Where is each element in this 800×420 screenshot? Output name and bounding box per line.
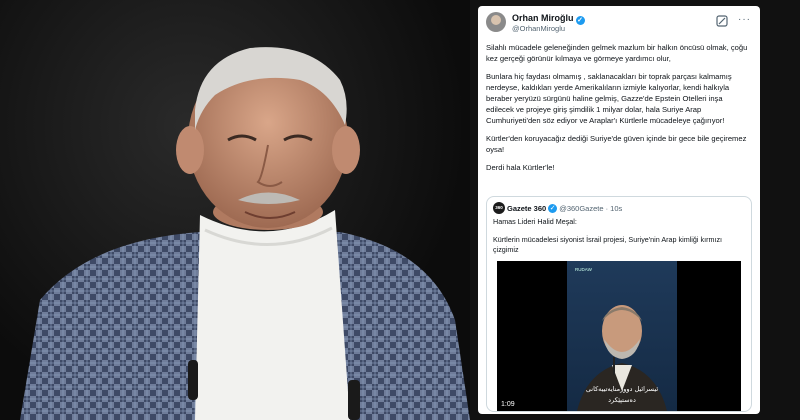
quote-text-line1: Hamas Lideri Halid Meşal: [493,217,577,226]
verified-badge-icon: ✓ [548,203,558,213]
tweet-card: Orhan Miroğlu ✓ @OrhanMiroglu ··· Silahlı… [478,6,760,414]
author-handle[interactable]: @OrhanMiroglu [512,24,565,33]
verified-badge-icon: ✓ [575,16,585,25]
more-options-icon[interactable]: ··· [738,14,751,25]
video-duration: 1:09 [501,401,515,408]
quote-avatar[interactable]: 360 [493,202,505,214]
tweet-paragraph: Silahlı mücadele geleneğinden gelmek maz… [486,43,748,63]
interview-photo [0,0,470,420]
quote-text-line2: Kürtlerin mücadelesi siyonist İsrail pro… [493,235,723,254]
grok-icon[interactable] [716,15,728,27]
author-name[interactable]: Orhan Miroğlu [512,13,574,23]
tweet-paragraph: Bunlara hiç faydası olmamış , saklanacak… [486,72,732,125]
man-illustration [20,47,470,420]
tweet-paragraph: Derdi hala Kürtler'le! [486,163,555,172]
tweet-text: Silahlı mücadele geleneğinden gelmek maz… [486,42,748,180]
video-caption-line2: دەستپێکرد [608,396,636,404]
quote-author-name[interactable]: Gazete 360 [507,204,546,213]
quote-header: 360 Gazete 360 ✓ @360Gazete · 10s [493,202,622,214]
channel-logo: RUDAW [575,267,592,272]
quote-author-handle[interactable]: @360Gazete · 10s [559,204,622,213]
tweet-paragraph: Kürtler'den koruyacağız dediği Suriye'de… [486,134,747,154]
tweet-header: Orhan Miroğlu ✓ @OrhanMiroglu ··· [486,12,752,34]
quoted-tweet[interactable]: 360 Gazete 360 ✓ @360Gazete · 10s Hamas Lid… [486,196,752,412]
video-caption-line1: ئیسرائیل دووژمنایەتییەکانی [585,385,659,393]
video-player[interactable]: RUDAW ئیسرائیل دووژمنایەتییەکانی دەستپێک… [497,261,741,411]
author-avatar[interactable] [486,12,506,32]
